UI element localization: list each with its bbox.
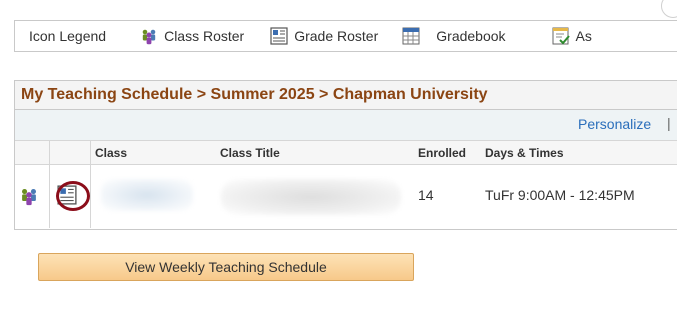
legend-gradebook-label: Gradebook bbox=[436, 28, 506, 44]
assignment-icon bbox=[552, 27, 570, 45]
legend-class-roster-label: Class Roster bbox=[164, 28, 245, 44]
class-title-cell-redacted bbox=[221, 179, 401, 215]
highlight-circle bbox=[56, 181, 90, 211]
personalize-link[interactable]: Personalize bbox=[578, 116, 651, 132]
column-header-enrolled[interactable]: Enrolled bbox=[418, 146, 466, 160]
days-times-cell: TuFr 9:00AM - 12:45PM bbox=[485, 187, 635, 203]
icon-legend-bar: Icon Legend Class Roster Grade Roster Gr… bbox=[14, 20, 677, 52]
column-header-class[interactable]: Class bbox=[95, 146, 127, 160]
table-header: Class Class Title Enrolled Days & Times bbox=[15, 141, 677, 165]
column-header-class-title[interactable]: Class Title bbox=[220, 146, 280, 160]
corner-decoration bbox=[661, 0, 677, 18]
legend-assignment: As bbox=[552, 27, 592, 45]
enrolled-cell: 14 bbox=[418, 187, 434, 203]
grade-roster-icon bbox=[270, 27, 288, 45]
class-cell-redacted[interactable] bbox=[101, 179, 193, 211]
grid-toolbar: Personalize | bbox=[15, 110, 677, 141]
class-roster-icon[interactable] bbox=[19, 186, 39, 206]
legend-class-roster: Class Roster bbox=[140, 27, 244, 45]
toolbar-separator: | bbox=[667, 115, 671, 131]
page-title: My Teaching Schedule > Summer 2025 > Cha… bbox=[15, 80, 677, 110]
legend-assignment-label: As bbox=[575, 28, 592, 44]
icon-legend-title: Icon Legend bbox=[29, 28, 107, 44]
table-row: 14 TuFr 9:00AM - 12:45PM bbox=[15, 165, 677, 228]
class-roster-icon bbox=[140, 27, 158, 45]
legend-grade-roster: Grade Roster bbox=[270, 27, 378, 45]
gradebook-icon bbox=[402, 27, 420, 45]
teaching-schedule-panel: My Teaching Schedule > Summer 2025 > Cha… bbox=[14, 80, 677, 230]
legend-gradebook: Gradebook bbox=[402, 27, 506, 45]
view-weekly-teaching-schedule-button[interactable]: View Weekly Teaching Schedule bbox=[38, 253, 414, 281]
legend-grade-roster-label: Grade Roster bbox=[294, 28, 379, 44]
column-header-days-times[interactable]: Days & Times bbox=[485, 146, 564, 160]
